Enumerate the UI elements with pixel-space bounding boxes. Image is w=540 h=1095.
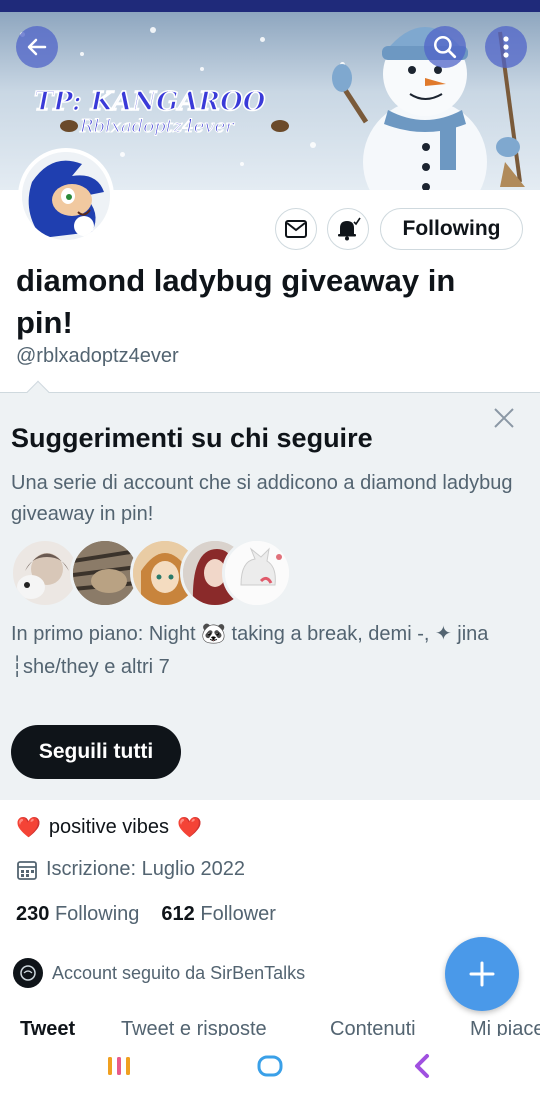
home-icon <box>257 1055 283 1077</box>
suggested-avatars <box>10 538 310 608</box>
bio-text: positive vibes <box>48 816 169 838</box>
back-icon <box>415 1054 429 1078</box>
following-button[interactable]: Following <box>380 208 523 250</box>
following-count: 230 <box>16 903 50 925</box>
followed-by[interactable]: Account seguito da SirBenTalks <box>12 957 305 989</box>
avatar[interactable] <box>18 148 114 244</box>
status-strip <box>0 0 540 12</box>
mail-icon <box>285 220 307 238</box>
recent-apps-icon <box>108 1057 130 1075</box>
bell-icon <box>338 217 361 241</box>
join-date: Iscrizione: Luglio 2022 <box>16 858 245 881</box>
back-nav-button[interactable] <box>404 1050 440 1082</box>
follower-stat[interactable]: 612 Follower <box>161 903 276 926</box>
featured-accounts-text: In primo piano: Night 🐼 taking a break, … <box>11 623 489 678</box>
suggested-avatar-5[interactable] <box>222 538 292 608</box>
follower-avatar-icon <box>13 958 43 988</box>
search-button[interactable] <box>424 26 466 68</box>
calendar-icon <box>17 860 37 880</box>
follower-stat-label: Follower <box>200 903 276 925</box>
profile-tabs: Tweet Tweet e risposte Contenuti Mi piac… <box>0 1012 540 1036</box>
home-button[interactable] <box>252 1050 288 1082</box>
join-date-text: Iscrizione: Luglio 2022 <box>46 858 246 880</box>
android-nav-bar <box>0 1036 540 1095</box>
close-icon[interactable] <box>490 404 518 432</box>
tab-tweet[interactable]: Tweet <box>20 1018 75 1036</box>
search-icon <box>434 36 457 59</box>
follow-all-button[interactable]: Seguili tutti <box>11 725 181 779</box>
more-button[interactable] <box>485 26 527 68</box>
tab-contenuti[interactable]: Contenuti <box>330 1018 416 1036</box>
compose-tweet-button[interactable] <box>445 937 519 1011</box>
banner-logo-text: TP: KANGAROO Rblxadoptz4ever <box>34 86 289 136</box>
follower-count: 612 <box>161 903 195 925</box>
display-name: diamond ladybug giveaway in pin! <box>16 263 456 340</box>
tab-mi-piace[interactable]: Mi piace <box>470 1018 540 1036</box>
heart-emoji-right: ❤️ <box>176 817 202 839</box>
back-button[interactable] <box>16 26 58 68</box>
suggestions-description: Una serie di account che si addicono a d… <box>11 472 513 525</box>
bio: ❤️ positive vibes ❤️ <box>16 815 202 840</box>
follow-stats: 230 Following 612 Follower <box>16 903 276 926</box>
recent-apps-button[interactable] <box>101 1050 137 1082</box>
followed-by-text: Account seguito da SirBenTalks <box>52 962 306 983</box>
svg-text:Rblxadoptz4ever: Rblxadoptz4ever <box>79 116 235 136</box>
user-handle: @rblxadoptz4ever <box>16 345 179 367</box>
suggestions-title: Suggerimenti su chi seguire <box>11 423 373 453</box>
following-stat-label: Following <box>54 903 140 925</box>
tab-tweet-e-risposte[interactable]: Tweet e risposte <box>121 1018 267 1036</box>
back-arrow-icon <box>27 38 47 56</box>
following-stat[interactable]: 230 Following <box>16 903 139 926</box>
avatar-image <box>22 152 110 240</box>
plus-icon <box>469 961 495 987</box>
heart-emoji-left: ❤️ <box>16 817 41 839</box>
svg-text:TP: KANGAROO: TP: KANGAROO <box>34 87 266 117</box>
notifications-button[interactable] <box>327 208 369 250</box>
more-icon <box>503 36 509 58</box>
message-button[interactable] <box>275 208 317 250</box>
